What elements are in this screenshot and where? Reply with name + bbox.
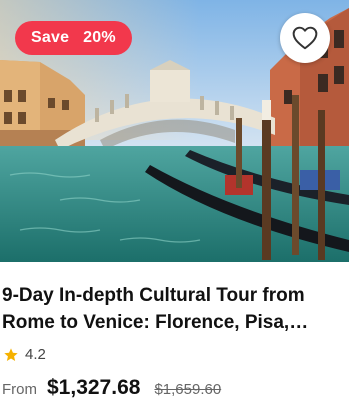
favorite-button[interactable] [280, 13, 330, 63]
discount-percent: 20% [83, 29, 116, 46]
tour-image[interactable]: Save 20% [0, 0, 349, 262]
heart-icon [292, 26, 318, 50]
rating: 4.2 [3, 346, 46, 363]
discount-label: Save [31, 29, 70, 46]
star-icon [4, 347, 18, 361]
current-price: $1,327.68 [47, 376, 141, 399]
rating-value: 4.2 [25, 346, 46, 363]
tour-title[interactable]: 9-Day In-depth Cultural Tour from Rome t… [2, 282, 342, 336]
price-row: From $1,327.68 $1,659.60 [2, 376, 221, 400]
tour-card[interactable]: Save 20% 9-Day In-depth Cultural Tour fr… [0, 0, 349, 404]
price-from-label: From [2, 381, 37, 398]
discount-badge: Save 20% [15, 21, 132, 55]
original-price: $1,659.60 [154, 381, 222, 398]
